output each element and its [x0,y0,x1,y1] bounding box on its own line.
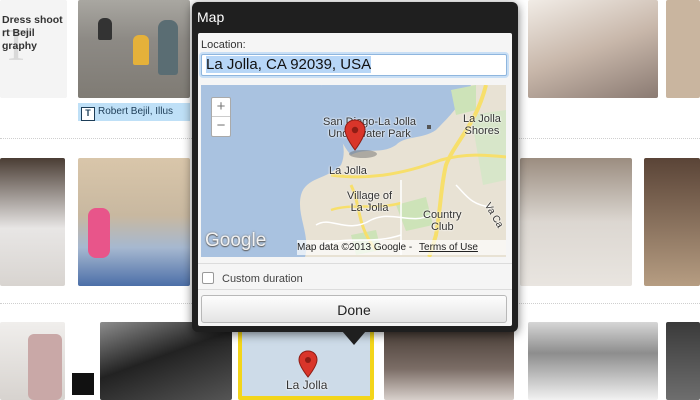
map-pin-icon[interactable] [344,119,366,151]
thumbnail-bride-portrait[interactable] [528,0,658,98]
map-label-la-jolla: La Jolla [329,165,367,177]
map-label-village: Village of La Jolla [347,190,393,214]
zoom-control: + − [211,97,231,137]
divider [198,289,512,290]
zoom-out-button[interactable]: − [212,116,230,135]
caption-tag[interactable]: T Robert Bejil, Illus [78,103,190,121]
map-data-text: Map data ©2013 Google [297,242,407,253]
text-icon: T [81,107,95,121]
thumbnail-title-card[interactable]: T Dress shoot rt Bejil graphy [0,0,67,98]
thumbnail-partial-bottom[interactable] [666,322,700,400]
photo-figure [158,20,178,75]
thumbnail-photo-shoot[interactable] [78,0,190,98]
thumbnail-bride-bouquet[interactable] [520,158,632,286]
photo-figure [88,208,110,258]
map-pin-icon [298,350,318,378]
map-popup: Map Location: La Jolla, CA 92039, USA + … [192,2,518,332]
popup-title: Map [197,9,225,25]
google-logo: Google [205,230,267,251]
custom-duration-label: Custom duration [222,273,303,285]
caption-tag-label: Robert Bejil, Illus [98,106,174,117]
done-button[interactable]: Done [201,295,507,323]
custom-duration-row[interactable]: Custom duration [202,272,303,285]
zoom-in-button[interactable]: + [212,98,230,116]
thumbnail-bw-bride[interactable] [528,322,658,400]
location-label: Location: [201,39,246,51]
custom-duration-checkbox[interactable] [202,272,214,284]
thumbnail-bride-left[interactable] [0,158,65,286]
thumbnail-bw-portrait[interactable] [100,322,232,400]
map-label-country-club: Country Club [423,209,462,233]
divider [198,263,512,264]
popup-pointer [342,331,366,345]
photo-figure [98,18,112,40]
title-card-text: Dress shoot rt Bejil graphy [2,14,63,52]
black-swatch [72,373,94,395]
location-input-value: La Jolla, CA 92039, USA [206,56,372,73]
map-view[interactable]: + − La Jolla Shores San Diego-La Jolla U… [201,85,506,257]
terms-of-use-link[interactable]: Terms of Use [419,242,478,253]
popup-body: Location: La Jolla, CA 92039, USA + − La… [198,33,512,326]
thumbnail-child[interactable] [78,158,190,286]
map-attribution: Map data ©2013 Google - Terms of Use [297,240,506,255]
location-input[interactable]: La Jolla, CA 92039, USA [201,54,507,76]
thumbnail-partial[interactable] [666,0,700,98]
thumbnail-bride-partial[interactable] [644,158,700,286]
photo-figure [133,35,149,65]
photo-figure [28,334,62,400]
thumbnail-bride-veil[interactable] [384,322,514,400]
thumbnail-pink-chair[interactable] [0,322,65,400]
map-label-la-jolla-shores: La Jolla Shores [463,113,501,137]
map-label-underwater-park: San Diego-La Jolla Underwater Park [323,116,416,140]
mini-map-label: La Jolla [286,378,328,392]
